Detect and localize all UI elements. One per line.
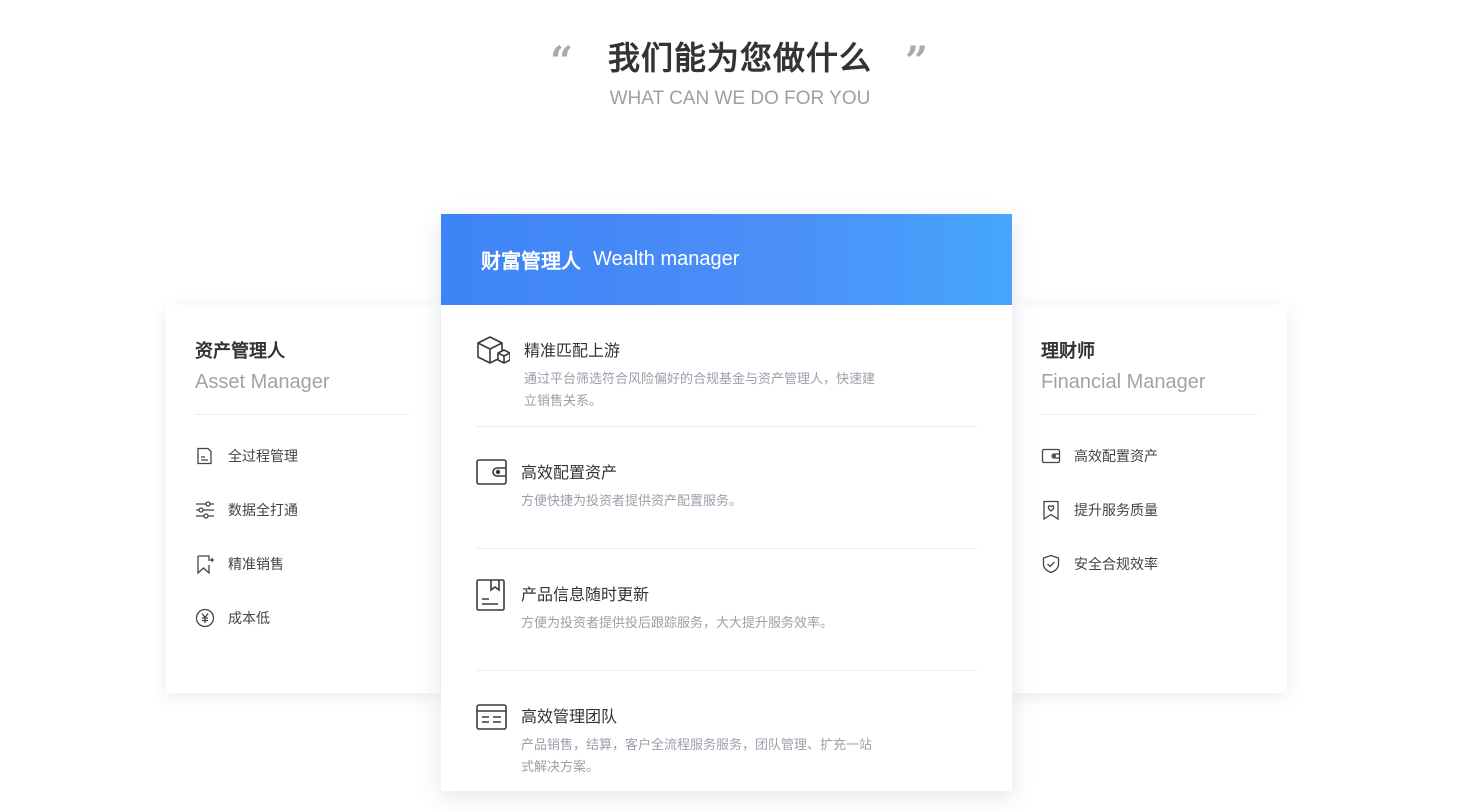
wealth-manager-header: 财富管理人 Wealth manager (441, 214, 1012, 305)
page: “ 我们能为您做什么 ” WHAT CAN WE DO FOR YOU 资产管理… (0, 0, 1480, 810)
feature-title: 高效管理团队 (521, 707, 618, 726)
item-label: 高效配置资产 (1074, 449, 1158, 465)
card-title: 资产管理人 (195, 341, 285, 362)
section-title: 我们能为您做什么 (607, 39, 872, 77)
list-panel-icon (476, 701, 508, 733)
wealth-manager-card[interactable]: 财富管理人 Wealth manager 精准匹配上游 通过平台筛选符合风险偏好… (441, 214, 1012, 791)
section-header: “ 我们能为您做什么 ” WHAT CAN WE DO FOR YOU (0, 36, 1480, 110)
feature-item: 精准匹配上游 通过平台筛选符合风险偏好的合规基金与资产管理人，快速建立销售关系。 (476, 305, 977, 427)
feature-item: 高效管理团队 产品销售，结算，客户全流程服务服务，团队管理、扩充一站式解决方案。 (476, 671, 977, 793)
item-label: 成本低 (228, 611, 270, 627)
divider (195, 414, 410, 415)
financial-manager-card[interactable]: 理财师 Financial Manager 高效配置资产 提升服务质量 安全合规… (1012, 305, 1287, 693)
title-row: “ 我们能为您做什么 ” (550, 36, 928, 82)
list-item: 精准销售 (195, 545, 410, 583)
wealth-manager-feature-list: 精准匹配上游 通过平台筛选符合风险偏好的合规基金与资产管理人，快速建立销售关系。… (476, 305, 977, 793)
asset-manager-feature-list: 全过程管理 数据全打通 精准销售 成本低 (195, 437, 410, 637)
list-item: 提升服务质量 (1041, 491, 1257, 529)
item-label: 数据全打通 (228, 503, 298, 519)
bookmark-icon (195, 554, 215, 574)
list-item: 数据全打通 (195, 491, 410, 529)
list-item: 成本低 (195, 599, 410, 637)
feature-title: 产品信息随时更新 (521, 585, 650, 604)
yen-coin-icon (195, 608, 215, 628)
feature-description: 通过平台筛选符合风险偏好的合规基金与资产管理人，快速建立销售关系。 (524, 372, 876, 409)
close-quote-icon: ” (904, 38, 928, 85)
bookmark-document-icon (476, 579, 508, 611)
badge-heart-icon (1041, 500, 1061, 520)
open-quote-icon: “ (549, 38, 573, 85)
card-subtitle: Financial Manager (1041, 371, 1206, 393)
feature-description: 方便为投资者提供投后跟踪服务，大大提升服务效率。 (521, 616, 834, 631)
wallet-icon (1041, 446, 1061, 466)
document-icon (195, 446, 215, 466)
wallet-icon (476, 457, 508, 489)
feature-item: 高效配置资产 方便快捷为投资者提供资产配置服务。 (476, 427, 977, 549)
item-label: 提升服务质量 (1074, 503, 1158, 519)
card-title: 财富管理人 (481, 249, 581, 273)
list-item: 高效配置资产 (1041, 437, 1257, 475)
list-item: 全过程管理 (195, 437, 410, 475)
feature-description: 方便快捷为投资者提供资产配置服务。 (521, 494, 743, 509)
shield-check-icon (1041, 554, 1061, 574)
card-subtitle: Asset Manager (195, 371, 330, 393)
section-subtitle: WHAT CAN WE DO FOR YOU (609, 88, 871, 109)
asset-manager-card[interactable]: 资产管理人 Asset Manager 全过程管理 数据全打通 精准销售 成本低 (166, 305, 440, 693)
card-title: 理财师 (1041, 341, 1095, 362)
item-label: 安全合规效率 (1074, 557, 1158, 573)
financial-manager-feature-list: 高效配置资产 提升服务质量 安全合规效率 (1041, 437, 1257, 583)
divider (1041, 414, 1257, 415)
item-label: 全过程管理 (228, 449, 298, 465)
card-subtitle: Wealth manager (593, 248, 740, 270)
feature-item: 产品信息随时更新 方便为投资者提供投后跟踪服务，大大提升服务效率。 (476, 549, 977, 671)
feature-description: 产品销售，结算，客户全流程服务服务，团队管理、扩充一站式解决方案。 (521, 738, 873, 775)
list-item: 安全合规效率 (1041, 545, 1257, 583)
cube-boxes-icon (476, 335, 511, 367)
feature-title: 精准匹配上游 (524, 341, 621, 360)
item-label: 精准销售 (228, 557, 284, 573)
sliders-icon (195, 500, 215, 520)
feature-title: 高效配置资产 (521, 463, 618, 482)
